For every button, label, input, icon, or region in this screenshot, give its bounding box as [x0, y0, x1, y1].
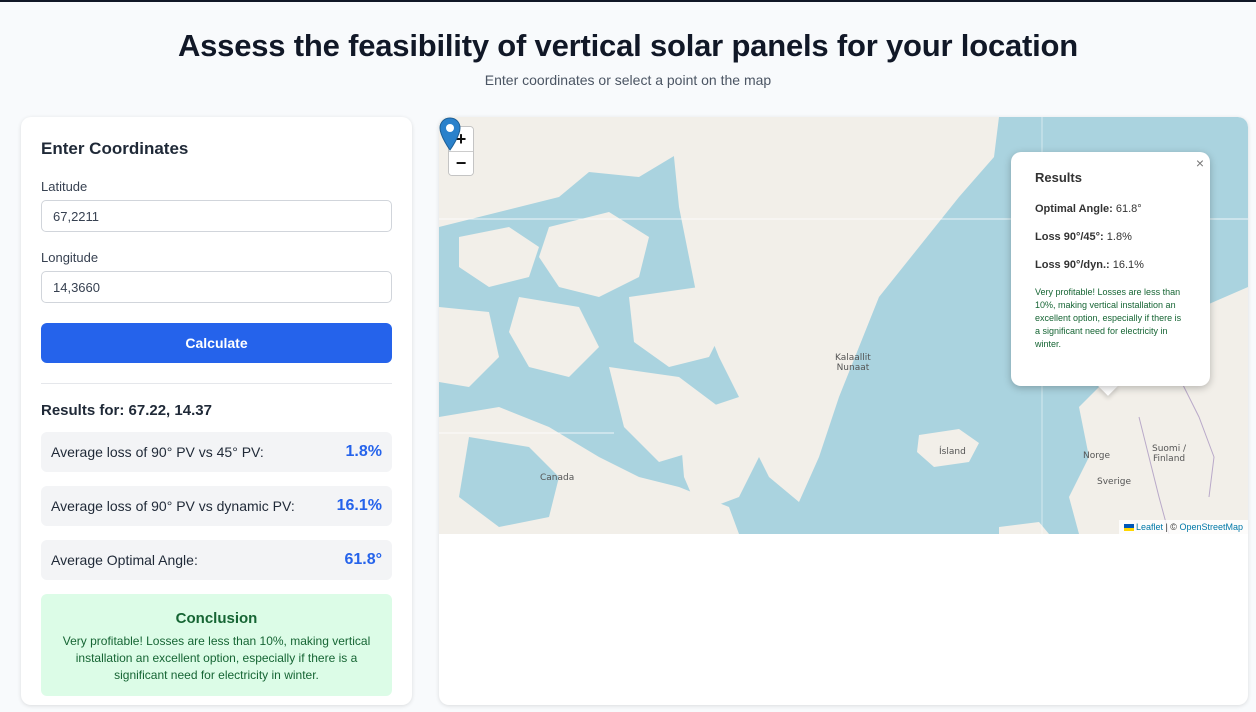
result-value: 1.8% [345, 443, 382, 460]
popup-label: Optimal Angle: [1035, 203, 1113, 215]
result-row-loss-dynamic: Average loss of 90° PV vs dynamic PV: 16… [41, 486, 392, 526]
map-marker-icon[interactable] [439, 117, 461, 151]
conclusion-title: Conclusion [175, 610, 258, 627]
map-label-iceland: Ísland [939, 447, 966, 457]
map-label-finland: Suomi / Finland [1152, 444, 1186, 464]
page-header: Assess the feasibility of vertical solar… [0, 2, 1256, 88]
result-label: Average loss of 90° PV vs dynamic PV: [51, 498, 295, 514]
popup-note: Very profitable! Losses are less than 10… [1035, 287, 1182, 349]
map-panel: Kalaallit Nunaat Canada Ísland Norge Suo… [439, 117, 1248, 705]
map-label-text: Suomi / [1152, 444, 1187, 454]
map[interactable]: Kalaallit Nunaat Canada Ísland Norge Suo… [439, 117, 1248, 534]
map-label-canada: Canada [540, 473, 575, 483]
page-title: Assess the feasibility of vertical solar… [177, 28, 1079, 63]
popup-value: 1.8% [1106, 231, 1132, 243]
popup-value: 61.8° [1115, 203, 1142, 215]
results-heading: Results for: 67.22, 14.37 [41, 402, 212, 419]
panel-title: Enter Coordinates [41, 139, 189, 158]
map-label-greenland: Kalaallit Nunaat [835, 353, 871, 373]
result-value: 16.1% [336, 497, 382, 514]
popup-value: 16.1% [1112, 259, 1144, 271]
results-popup: × Results Optimal Angle: 61.8° Loss 90°/… [1011, 152, 1210, 386]
leaflet-link[interactable]: Leaflet [1136, 522, 1163, 532]
map-attribution: Leaflet | © OpenStreetMap [1118, 520, 1248, 534]
popup-loss-45: Loss 90°/45°: 1.8% [1035, 231, 1186, 243]
popup-optimal-angle: Optimal Angle: 61.8° [1035, 203, 1186, 215]
result-label: Average Optimal Angle: [51, 552, 198, 568]
longitude-label: Longitude [41, 250, 99, 265]
divider [41, 383, 392, 384]
result-row-loss-45: Average loss of 90° PV vs 45° PV: 1.8% [41, 432, 392, 472]
longitude-input[interactable] [41, 271, 392, 303]
popup-title: Results [1035, 170, 1082, 185]
calculate-button[interactable]: Calculate [41, 323, 392, 363]
result-label: Average loss of 90° PV vs 45° PV: [51, 444, 264, 460]
coordinates-panel: Enter Coordinates Latitude Longitude Cal… [21, 117, 412, 705]
latitude-label: Latitude [41, 179, 88, 194]
page-subtitle: Enter coordinates or select a point on t… [484, 72, 772, 88]
popup-label: Loss 90°/dyn.: [1035, 259, 1110, 271]
popup-close-icon[interactable]: × [1196, 155, 1204, 171]
attribution-separator: | © [1162, 522, 1180, 532]
map-label-text: Finland [1152, 454, 1186, 464]
map-label-text: Kalaallit [835, 353, 871, 363]
ukraine-flag-icon [1123, 524, 1134, 532]
map-label-norway: Norge [1083, 451, 1111, 461]
result-value: 61.8° [344, 551, 382, 568]
popup-label: Loss 90°/45°: [1035, 231, 1104, 243]
latitude-input[interactable] [41, 200, 392, 232]
map-label-sweden: Sverige [1097, 477, 1132, 487]
openstreetmap-link[interactable]: OpenStreetMap [1179, 522, 1243, 532]
map-label-text: Nunaat [836, 363, 870, 373]
popup-loss-dynamic: Loss 90°/dyn.: 16.1% [1035, 259, 1186, 271]
conclusion-text: Very profitable! Losses are less than 10… [62, 634, 371, 682]
zoom-out-button[interactable]: − [449, 151, 473, 175]
result-row-optimal-angle: Average Optimal Angle: 61.8° [41, 540, 392, 580]
conclusion-box: Conclusion Very profitable! Losses are l… [41, 594, 392, 696]
